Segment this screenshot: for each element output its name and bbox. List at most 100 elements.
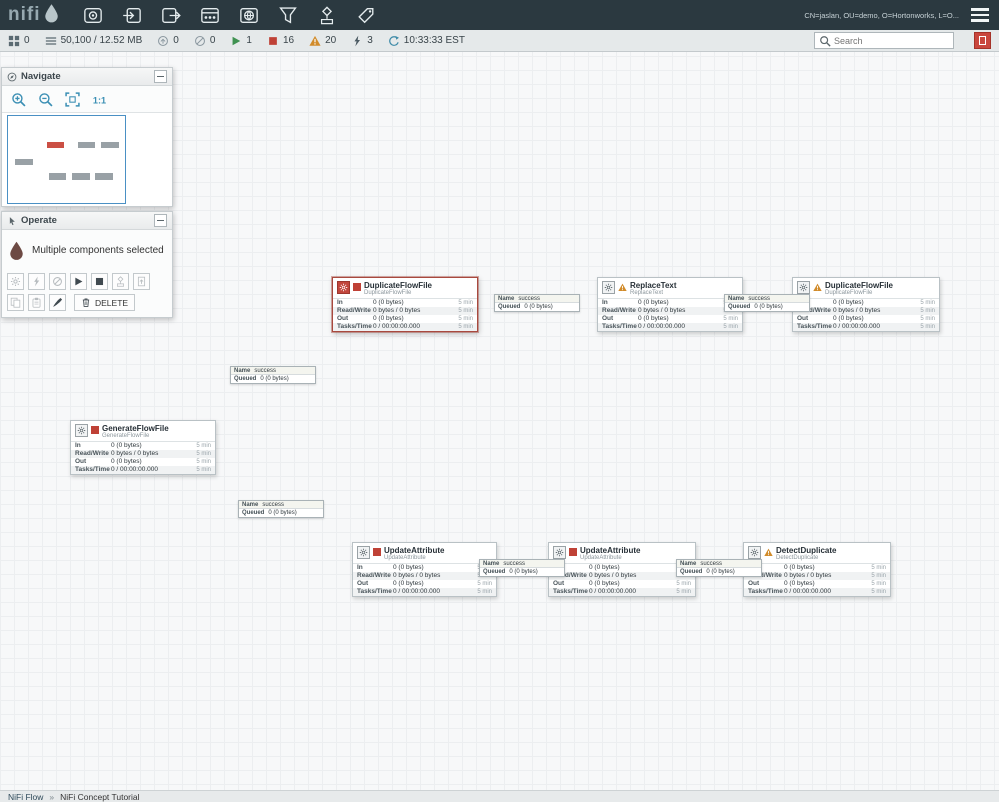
processor-DuplicateFlowFile[interactable]: DuplicateFlowFileDuplicateFlowFileIn0 (0… [332, 277, 478, 332]
stat-window: 5 min [871, 589, 886, 595]
remote-process-group-icon[interactable] [237, 6, 261, 25]
enable-button[interactable] [28, 273, 45, 290]
processor-ReplaceText[interactable]: ReplaceTextReplaceTextIn0 (0 bytes)5 min… [597, 277, 743, 332]
processor-icon[interactable] [81, 6, 105, 25]
processor-DetectDuplicate[interactable]: DetectDuplicateDetectDuplicateIn0 (0 byt… [743, 542, 891, 597]
stopped-icon [569, 548, 577, 556]
birdseye-component [95, 173, 114, 180]
stat-label: Tasks/Time [797, 323, 832, 330]
queued-icon [45, 35, 57, 47]
connection-label[interactable]: Name success Queued 0 (0 bytes) [479, 559, 565, 577]
connection-name-key: Name [728, 295, 745, 302]
processor-DuplicateFlowFile[interactable]: DuplicateFlowFileDuplicateFlowFileIn0 (0… [792, 277, 940, 332]
stat-window: 5 min [920, 316, 935, 322]
connection-name-row: Name success [239, 501, 323, 509]
upload-template-button[interactable] [133, 273, 150, 290]
connection-name-key: Name [498, 295, 515, 302]
delete-button[interactable]: DELETE [74, 294, 136, 311]
processor-glyph-icon [357, 546, 370, 559]
zoom-in-button[interactable] [8, 91, 28, 108]
stat-value: 0 bytes / 0 bytes [833, 307, 881, 314]
stat-row: Read/Write0 bytes / 0 bytes5 min [353, 572, 496, 580]
stat-value: 0 (0 bytes) [373, 315, 404, 322]
status-bar: 0 50,100 / 12.52 MB 0 0 1 16 20 3 10:33:33 EST [0, 30, 999, 52]
connection-name-value: success [518, 295, 541, 302]
status-items: 0 50,100 / 12.52 MB 0 0 1 16 20 3 10:33:33 EST [8, 35, 465, 47]
processor-type: GenerateFlowFile [102, 433, 150, 439]
connection-queued-key: Queued [728, 304, 751, 310]
connection-name-value: success [700, 560, 723, 567]
processor-UpdateAttribute[interactable]: UpdateAttributeUpdateAttributeIn0 (0 byt… [352, 542, 497, 597]
navigate-panel-header: Navigate [2, 68, 172, 86]
processor-glyph-icon [797, 281, 810, 294]
birdseye-component [101, 141, 119, 149]
process-group-icon[interactable] [198, 6, 222, 25]
running-icon [230, 35, 242, 47]
stat-label: Tasks/Time [553, 588, 588, 595]
template-icon[interactable] [315, 5, 339, 25]
stat-value: 0 / 00:00:00.000 [833, 323, 880, 330]
zoom-fit-button[interactable] [62, 91, 82, 108]
fill-color-button[interactable] [49, 294, 66, 311]
processor-name: ReplaceText [630, 281, 677, 290]
disable-button[interactable] [49, 273, 66, 290]
stat-value: 0 (0 bytes) [111, 442, 142, 449]
birdseye-map[interactable] [2, 112, 172, 206]
stat-row: In0 (0 bytes)5 min [353, 564, 496, 572]
birdseye-component [72, 173, 90, 180]
processor-type: DuplicateFlowFile [364, 290, 412, 296]
processor-UpdateAttribute[interactable]: UpdateAttributeUpdateAttributeIn0 (0 byt… [548, 542, 696, 597]
stat-value: 0 (0 bytes) [373, 299, 404, 306]
current-user-label: CN=jaslan, OU=demo, O=Hortonworks, L=O..… [804, 10, 959, 20]
connection-queued-value: 0 (0 bytes) [754, 304, 783, 310]
funnel-icon[interactable] [276, 6, 300, 25]
stat-value: 0 (0 bytes) [393, 580, 424, 587]
connection-label[interactable]: Name success Queued 0 (0 bytes) [724, 294, 810, 312]
stat-row: Read/Write0 bytes / 0 bytes5 min [793, 307, 939, 315]
search-input[interactable] [834, 35, 944, 46]
navigate-icon [7, 72, 17, 82]
create-template-button[interactable] [112, 273, 129, 290]
disabled-icon [351, 35, 363, 47]
operate-minimize-button[interactable] [154, 214, 167, 227]
connection-queued-key: Queued [483, 569, 506, 575]
stat-value: 0 bytes / 0 bytes [373, 307, 421, 314]
configuration-button[interactable] [7, 273, 24, 290]
status-not-transmitting: 0 [194, 35, 215, 47]
label-icon[interactable] [354, 6, 378, 25]
processor-GenerateFlowFile[interactable]: GenerateFlowFile GenerateFlowFile In 0 (0 b… [70, 420, 216, 475]
stat-value: 0 (0 bytes) [589, 564, 620, 571]
nifi-drop-icon [44, 3, 59, 28]
start-button[interactable] [70, 273, 87, 290]
invalid-icon [764, 548, 773, 557]
zoom-out-button[interactable] [35, 91, 55, 108]
processor-header: DetectDuplicate DetectDuplicate [744, 543, 890, 563]
breadcrumb-separator: » [49, 791, 55, 802]
status-last-refresh[interactable]: 10:33:33 EST [388, 35, 465, 47]
paste-button[interactable] [28, 294, 45, 311]
copy-button[interactable] [7, 294, 24, 311]
stat-value: 0 (0 bytes) [638, 299, 669, 306]
connection-name-key: Name [483, 560, 500, 567]
connection-queued-value: 0 (0 bytes) [260, 376, 289, 382]
notification-button[interactable] [974, 32, 991, 49]
output-port-icon[interactable] [159, 6, 183, 25]
connection-label[interactable]: Name success Queued 0 (0 bytes) [230, 366, 316, 384]
input-port-icon[interactable] [120, 6, 144, 25]
stat-window: 5 min [871, 581, 886, 587]
stop-button[interactable] [91, 273, 108, 290]
zoom-actual-button[interactable]: 1:1 [89, 91, 109, 108]
breadcrumb-root[interactable]: NiFi Flow [8, 792, 43, 802]
connection-label[interactable]: Name success Queued 0 (0 bytes) [494, 294, 580, 312]
connection-label[interactable]: Name success Queued 0 (0 bytes) [238, 500, 324, 518]
connection-label[interactable]: Name success Queued 0 (0 bytes) [676, 559, 762, 577]
delete-button-label: DELETE [95, 297, 129, 308]
global-menu-button[interactable] [969, 6, 991, 24]
processor-header: UpdateAttribute UpdateAttribute [549, 543, 695, 563]
connection-queued-row: Queued 0 (0 bytes) [480, 568, 564, 576]
stat-label: Out [602, 315, 614, 322]
stat-window: 5 min [477, 589, 492, 595]
navigate-minimize-button[interactable] [154, 70, 167, 83]
stat-row: In0 (0 bytes)5 min [549, 564, 695, 572]
search-box[interactable] [814, 32, 954, 49]
